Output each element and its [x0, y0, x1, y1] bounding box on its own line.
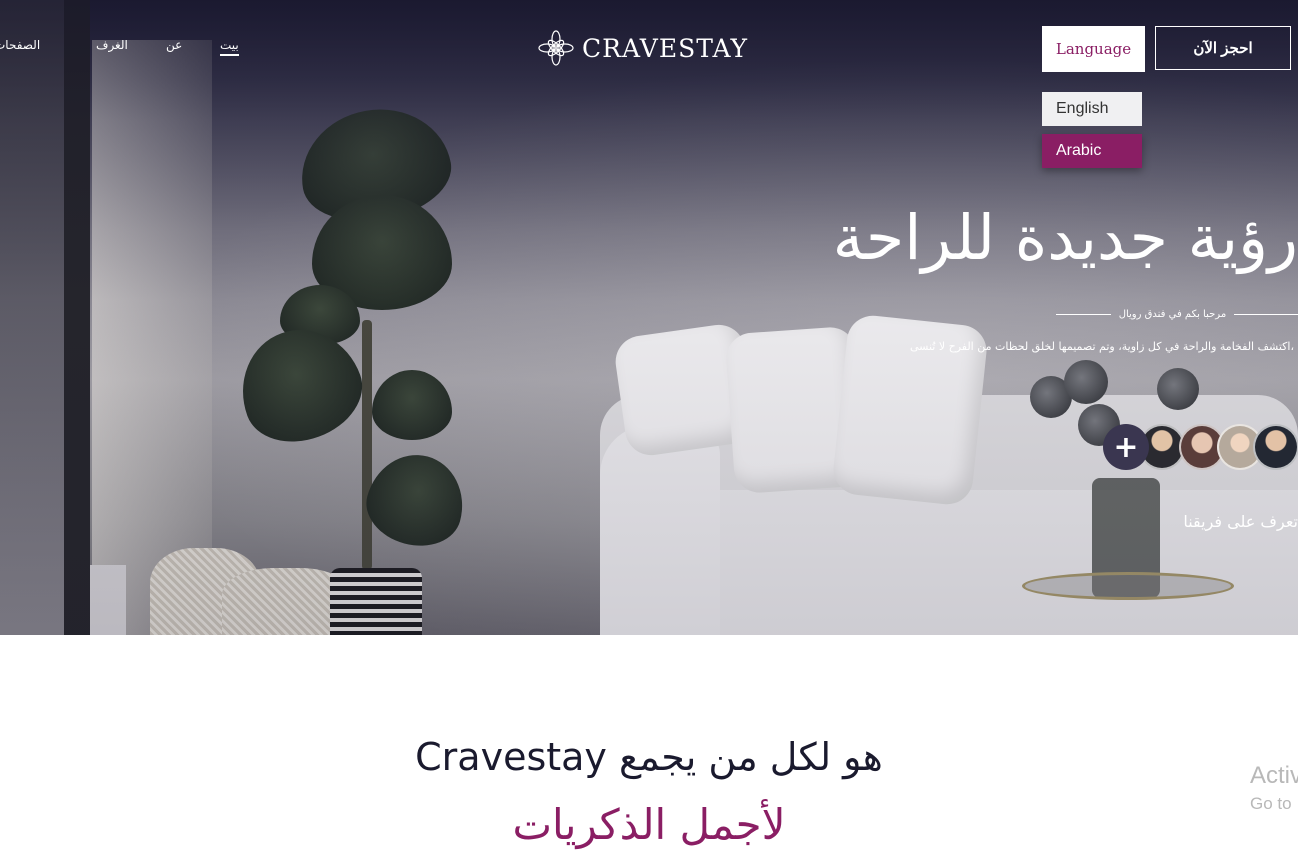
brand-name: CRAVESTAY: [582, 33, 749, 63]
watermark-line-2: Go to: [1250, 794, 1292, 813]
nav-pages[interactable]: الصفحات: [0, 38, 40, 52]
meet-team-link[interactable]: تعرف على فريقنا: [1183, 512, 1298, 531]
nav-rooms[interactable]: الغرف: [96, 38, 128, 52]
divider-line: [1056, 313, 1111, 315]
hero-subtitle-row: مرحبا بكم في فندق رويال: [1056, 306, 1298, 322]
book-now-button[interactable]: احجز الآن: [1155, 26, 1291, 70]
nav-home[interactable]: بيت: [220, 38, 239, 56]
activation-watermark: Activ Go to: [1250, 762, 1298, 814]
nav-about[interactable]: عن: [166, 38, 182, 52]
language-option-english[interactable]: English: [1042, 92, 1142, 126]
about-heading: Cravestay هو لكل من يجمع: [415, 735, 883, 779]
logo-flower-icon: [538, 30, 574, 66]
hero-subtitle: مرحبا بكم في فندق رويال: [1118, 308, 1227, 320]
team-avatars: +: [1103, 424, 1298, 470]
plus-icon[interactable]: +: [1103, 424, 1149, 470]
hero-title: رؤية جديدة للراحة: [832, 201, 1298, 274]
hero-description: اكتشف الفخامة والراحة في كل زاوية، وتم ت…: [909, 340, 1294, 353]
divider-line: [1234, 313, 1298, 315]
about-subheading: لأجمل الذكريات: [512, 800, 786, 849]
watermark-line-1: Activ: [1250, 762, 1298, 789]
language-option-arabic[interactable]: Arabic: [1042, 134, 1142, 168]
avatar: [1253, 424, 1298, 470]
brand-logo[interactable]: CRAVESTAY: [538, 30, 748, 66]
language-button[interactable]: Language: [1042, 26, 1145, 72]
